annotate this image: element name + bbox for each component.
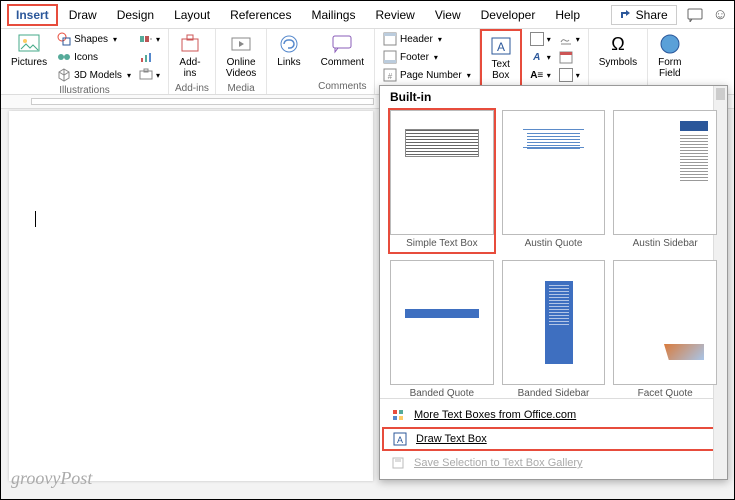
tab-view[interactable]: View [426, 4, 470, 26]
dropcap-icon: A≡ [530, 68, 544, 82]
group-comments: Comment Comments [311, 29, 375, 94]
pictures-icon [18, 33, 40, 55]
form-field-button[interactable]: Form Field [654, 31, 685, 81]
save-selection-button: Save Selection to Text Box Gallery [380, 451, 727, 475]
gallery-item-austin-sidebar[interactable]: Austin Sidebar [611, 108, 719, 254]
quickparts-icon [530, 32, 544, 46]
tab-insert[interactable]: Insert [7, 4, 58, 26]
watermark: groovyPost [11, 468, 92, 489]
gallery-item-banded-quote[interactable]: Banded Quote [388, 258, 496, 398]
signature-button[interactable]: ▾ [557, 31, 582, 47]
svg-text:A: A [397, 435, 403, 445]
header-icon [383, 32, 397, 46]
gallery-item-facet-quote[interactable]: Facet Quote [611, 258, 719, 398]
pictures-button[interactable]: Pictures [7, 31, 51, 70]
footer-button[interactable]: Footer▾ [381, 49, 473, 65]
gallery-item-banded-sidebar[interactable]: Banded Sidebar [500, 258, 608, 398]
footer-icon [383, 50, 397, 64]
object-icon [559, 68, 573, 82]
header-button[interactable]: Header▾ [381, 31, 473, 47]
tab-mailings[interactable]: Mailings [302, 4, 364, 26]
cube-icon [57, 68, 71, 82]
gallery-heading: Built-in [380, 86, 727, 108]
tab-strip: Insert Draw Design Layout References Mai… [1, 1, 734, 29]
online-videos-button[interactable]: Online Videos [222, 31, 260, 81]
wordart-icon: A [530, 50, 544, 64]
draw-textbox-icon: A [392, 431, 408, 447]
video-icon [230, 33, 252, 55]
share-icon [620, 9, 632, 21]
svg-text:#: # [388, 72, 393, 81]
tab-layout[interactable]: Layout [165, 4, 219, 26]
addins-label: Add- ins [179, 57, 200, 79]
icons-button[interactable]: Icons [55, 49, 133, 65]
feedback-icon[interactable]: ☺ [713, 6, 728, 23]
pagenum-icon: # [383, 68, 397, 82]
tab-draw[interactable]: Draw [60, 4, 106, 26]
save-icon [390, 455, 406, 471]
text-box-icon: A [490, 35, 512, 57]
screenshot-icon [139, 68, 153, 82]
link-icon [278, 33, 300, 55]
share-label: Share [636, 8, 668, 22]
smartart-button[interactable]: ▾ [137, 31, 162, 47]
quick-parts-button[interactable]: ▾ [528, 31, 553, 47]
shapes-button[interactable]: Shapes▾ [55, 31, 133, 47]
group-links: Links [267, 29, 310, 94]
wordart-button[interactable]: A▾ [528, 49, 553, 65]
datetime-icon [559, 50, 573, 64]
smartart-icon [139, 32, 153, 46]
screenshot-button[interactable]: ▾ [137, 67, 162, 83]
links-button[interactable]: Links [273, 31, 304, 70]
date-time-button[interactable] [557, 49, 582, 65]
tab-developer[interactable]: Developer [472, 4, 545, 26]
form-field-icon [659, 33, 681, 55]
gallery-item-austin-quote[interactable]: Austin Quote [500, 108, 608, 254]
tab-help[interactable]: Help [546, 4, 589, 26]
more-text-boxes-button[interactable]: More Text Boxes from Office.com › [380, 403, 727, 427]
share-button[interactable]: Share [611, 5, 677, 25]
addins-icon [179, 33, 201, 55]
group-media: Online Videos Media [216, 29, 267, 94]
group-addins: Add- ins Add-ins [169, 29, 216, 94]
text-box-button[interactable]: A Text Box [486, 33, 516, 83]
tab-design[interactable]: Design [108, 4, 163, 26]
svg-text:A: A [497, 40, 505, 54]
addins-button[interactable]: Add- ins [175, 31, 205, 81]
shapes-icon [57, 32, 71, 46]
draw-text-box-button[interactable]: A Draw Text Box [382, 427, 725, 451]
signature-icon [559, 32, 573, 46]
comments-pane-icon[interactable] [687, 8, 703, 22]
page[interactable] [9, 111, 373, 481]
object-button[interactable]: ▾ [557, 67, 582, 83]
comment-button[interactable]: Comment [317, 31, 368, 70]
tab-references[interactable]: References [221, 4, 300, 26]
omega-icon: Ω [607, 33, 629, 55]
pictures-label: Pictures [11, 57, 47, 68]
drop-cap-button[interactable]: A≡▾ [528, 67, 553, 83]
text-cursor [35, 211, 36, 227]
chart-icon [139, 50, 153, 64]
3d-models-button[interactable]: 3D Models▾ [55, 67, 133, 83]
text-box-gallery: Built-in Simple Text Box Austin Quote Au… [379, 85, 728, 480]
group-illustrations: Pictures Shapes▾ Icons 3D Models▾ ▾ ▾ Il… [1, 29, 169, 94]
comment-icon [331, 33, 353, 55]
gallery-item-simple-text-box[interactable]: Simple Text Box [388, 108, 496, 254]
office-icon [390, 407, 406, 423]
tab-review[interactable]: Review [366, 4, 423, 26]
page-number-button[interactable]: #Page Number▾ [381, 67, 473, 83]
symbols-button[interactable]: Ω Symbols [595, 31, 641, 70]
icons-icon [57, 50, 71, 64]
chart-button[interactable] [137, 49, 162, 65]
